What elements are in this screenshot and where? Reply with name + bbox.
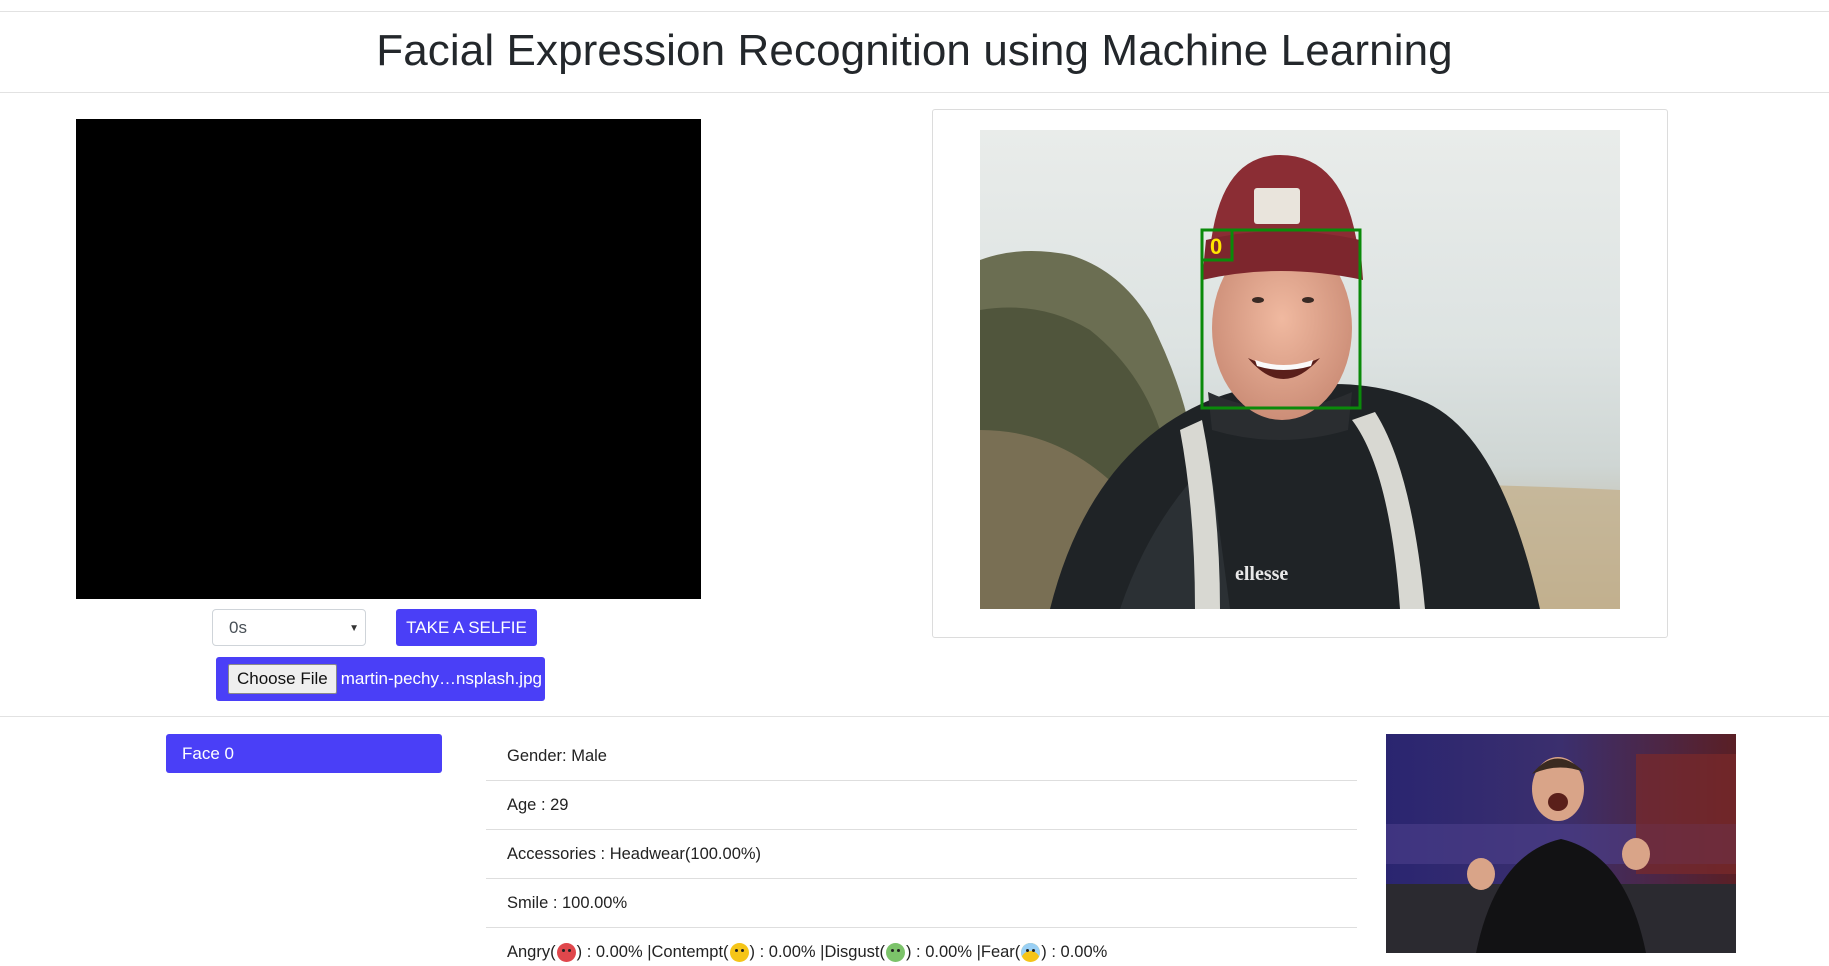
fear-face-icon bbox=[1021, 943, 1041, 962]
analyzed-photo-illustration: ellesse 0 bbox=[980, 130, 1620, 609]
timer-select[interactable]: 0s ▼ bbox=[212, 609, 366, 646]
angry-face-icon bbox=[556, 943, 576, 962]
svg-text:ellesse: ellesse bbox=[1235, 563, 1288, 585]
take-selfie-button[interactable]: TAKE A SELFIE bbox=[396, 609, 537, 646]
emotions-row: Angry() : 0.00% | Contempt() : 0.00% | D… bbox=[486, 928, 1357, 966]
selected-file-name: martin-pechy…nsplash.jpg bbox=[340, 669, 542, 688]
reaction-image-illustration bbox=[1386, 734, 1736, 953]
face-chip-0[interactable]: Face 0 bbox=[166, 734, 442, 773]
angry-value: ) : 0.00% | bbox=[576, 943, 652, 961]
page-title: Facial Expression Recognition using Mach… bbox=[376, 26, 1453, 75]
accessories-row: Accessories : Headwear(100.00%) bbox=[486, 830, 1357, 879]
timer-value: 0s bbox=[229, 617, 247, 637]
section-divider bbox=[0, 716, 1829, 717]
webcam-preview bbox=[76, 119, 701, 599]
gender-row: Gender: Male bbox=[486, 732, 1357, 781]
reaction-image bbox=[1386, 734, 1736, 953]
face-box-label: 0 bbox=[1210, 234, 1222, 259]
age-row: Age : 29 bbox=[486, 781, 1357, 830]
contempt-face-icon bbox=[729, 943, 749, 962]
header-divider bbox=[0, 92, 1829, 93]
fear-label: Fear( bbox=[980, 943, 1021, 961]
contempt-label: Contempt( bbox=[651, 943, 729, 961]
choose-file-button[interactable]: Choose File bbox=[228, 664, 337, 694]
analyzed-photo: ellesse 0 bbox=[980, 130, 1620, 609]
fear-value: ) : 0.00% bbox=[1041, 943, 1108, 961]
contempt-value: ) : 0.00% | bbox=[749, 943, 825, 961]
disgust-face-icon bbox=[885, 943, 905, 962]
angry-label: Angry( bbox=[507, 943, 556, 961]
disgust-label: Disgust( bbox=[824, 943, 885, 961]
disgust-value: ) : 0.00% | bbox=[905, 943, 981, 961]
face-details-list: Gender: Male Age : 29 Accessories : Head… bbox=[486, 732, 1357, 966]
top-border bbox=[0, 11, 1829, 12]
smile-row: Smile : 100.00% bbox=[486, 879, 1357, 928]
file-upload[interactable]: Choose File martin-pechy…nsplash.jpg bbox=[216, 657, 545, 701]
chevron-down-icon: ▼ bbox=[349, 623, 359, 634]
